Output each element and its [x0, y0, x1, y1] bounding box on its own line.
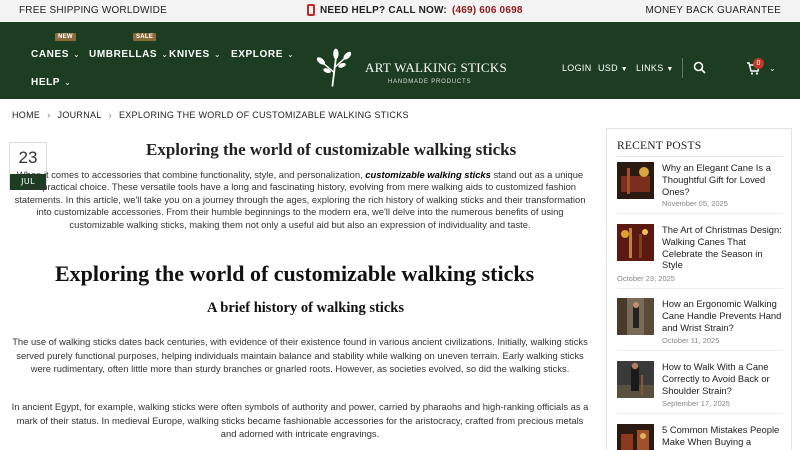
post-thumbnail[interactable]: [617, 424, 654, 450]
intro-emphasis-link[interactable]: customizable walking sticks: [365, 169, 491, 180]
article-title: Exploring the world of customizable walk…: [146, 140, 517, 159]
cart-count-badge: 0: [753, 58, 764, 69]
article-paragraph: In ancient Egypt, for example, walking s…: [11, 401, 589, 440]
article-intro: When it comes to accessories that combin…: [9, 169, 591, 231]
recent-post-date: November 05, 2025: [662, 199, 728, 208]
breadcrumb-current: EXPLORING THE WORLD OF CUSTOMIZABLE WALK…: [118, 110, 409, 120]
nav-umbrellas-label: UMBRELLAS: [89, 49, 158, 60]
post-thumbnail[interactable]: [617, 224, 654, 261]
free-shipping-text: FREE SHIPPING WORLDWIDE: [19, 5, 167, 16]
site-header: NEW CANES ⌄ SALE UMBRELLAS ⌄ KNIVES ⌄ EXPLO…: [0, 22, 800, 99]
caret-down-icon: ▼: [666, 66, 674, 73]
logo-tagline: HANDMADE PRODUCTS: [388, 79, 472, 85]
divider: [617, 413, 783, 414]
article-heading: Exploring the world of customizable walk…: [55, 261, 535, 286]
nav-help-label: HELP: [31, 77, 61, 88]
logo-branch-icon[interactable]: [313, 46, 357, 90]
article-paragraph: The use of walking sticks dates back cen…: [12, 336, 588, 375]
nav-canes-label: CANES: [31, 49, 70, 60]
recent-post-link[interactable]: How to Walk With a Cane Correctly to Avo…: [662, 361, 786, 396]
currency-selector[interactable]: USD ▼: [598, 63, 628, 73]
chevron-down-icon: ⌄: [213, 50, 222, 59]
chevron-down-icon: ⌄: [64, 78, 72, 87]
nav-umbrellas[interactable]: UMBRELLAS ⌄: [89, 49, 169, 60]
search-icon[interactable]: [693, 61, 706, 74]
chevron-down-icon[interactable]: ⌄: [769, 64, 776, 73]
nav-explore[interactable]: EXPLORE ⌄: [231, 49, 294, 60]
post-thumbnail[interactable]: [617, 162, 654, 199]
recent-post-link[interactable]: Why an Elegant Cane Is a Thoughtful Gift…: [662, 162, 786, 197]
article-subheading: A brief history of walking sticks: [207, 300, 404, 316]
post-thumbnail[interactable]: [617, 361, 654, 398]
nav-explore-label: EXPLORE: [231, 49, 283, 60]
recent-post-date: September 17, 2025: [662, 399, 730, 408]
chevron-down-icon: ⌄: [287, 50, 295, 59]
nav-knives-label: KNIVES: [169, 49, 210, 60]
recent-post-link[interactable]: How an Ergonomic Walking Cane Handle Pre…: [662, 298, 786, 333]
breadcrumb-home[interactable]: HOME: [12, 110, 40, 120]
recent-post-link[interactable]: 5 Common Mistakes People Make When Buyin…: [662, 424, 786, 450]
chevron-down-icon: ⌄: [73, 50, 81, 59]
top-bar: FREE SHIPPING WORLDWIDE NEED HELP? CALL …: [0, 0, 800, 22]
sale-badge: SALE: [133, 33, 157, 41]
breadcrumb-journal[interactable]: JOURNAL: [58, 110, 102, 120]
logo-text[interactable]: ART WALKING STICKS: [365, 60, 507, 76]
caret-down-icon: ▼: [620, 66, 628, 73]
help-label: NEED HELP? CALL NOW:: [320, 4, 447, 16]
recent-post-date: October 23, 2025: [617, 274, 675, 283]
nav-knives[interactable]: KNIVES ⌄: [169, 49, 221, 60]
chevron-right-icon: ›: [108, 110, 112, 120]
divider: [617, 156, 783, 157]
divider: [617, 288, 783, 289]
login-link[interactable]: LOGIN: [562, 63, 592, 73]
divider: [617, 213, 783, 214]
sidebar-title: RECENT POSTS: [617, 140, 702, 152]
nav-help[interactable]: HELP ⌄: [31, 77, 71, 88]
recent-posts-sidebar: RECENT POSTS Why an Elegant Cane Is a Th…: [606, 128, 792, 450]
chevron-down-icon: ⌄: [161, 50, 169, 59]
breadcrumb: HOME › JOURNAL › EXPLORING THE WORLD OF …: [12, 110, 409, 120]
phone-icon: [307, 4, 315, 16]
recent-post-date: October 11, 2025: [662, 336, 720, 345]
header-divider: [682, 58, 683, 78]
currency-label: USD: [598, 63, 618, 73]
chevron-right-icon: ›: [47, 110, 51, 120]
phone-link[interactable]: (469) 606 0698: [452, 5, 523, 16]
links-menu[interactable]: LINKS ▼: [636, 63, 674, 73]
divider: [617, 350, 783, 351]
links-label: LINKS: [636, 63, 664, 73]
money-back-text: MONEY BACK GUARANTEE: [645, 5, 781, 16]
help-contact: NEED HELP? CALL NOW: (469) 606 0698: [307, 4, 523, 16]
new-badge: NEW: [55, 33, 76, 41]
nav-canes[interactable]: CANES ⌄: [31, 49, 80, 60]
post-thumbnail[interactable]: [617, 298, 654, 335]
recent-post-link[interactable]: The Art of Christmas Design: Walking Can…: [662, 224, 786, 271]
intro-text-start: When it comes to accessories that combin…: [16, 169, 366, 180]
